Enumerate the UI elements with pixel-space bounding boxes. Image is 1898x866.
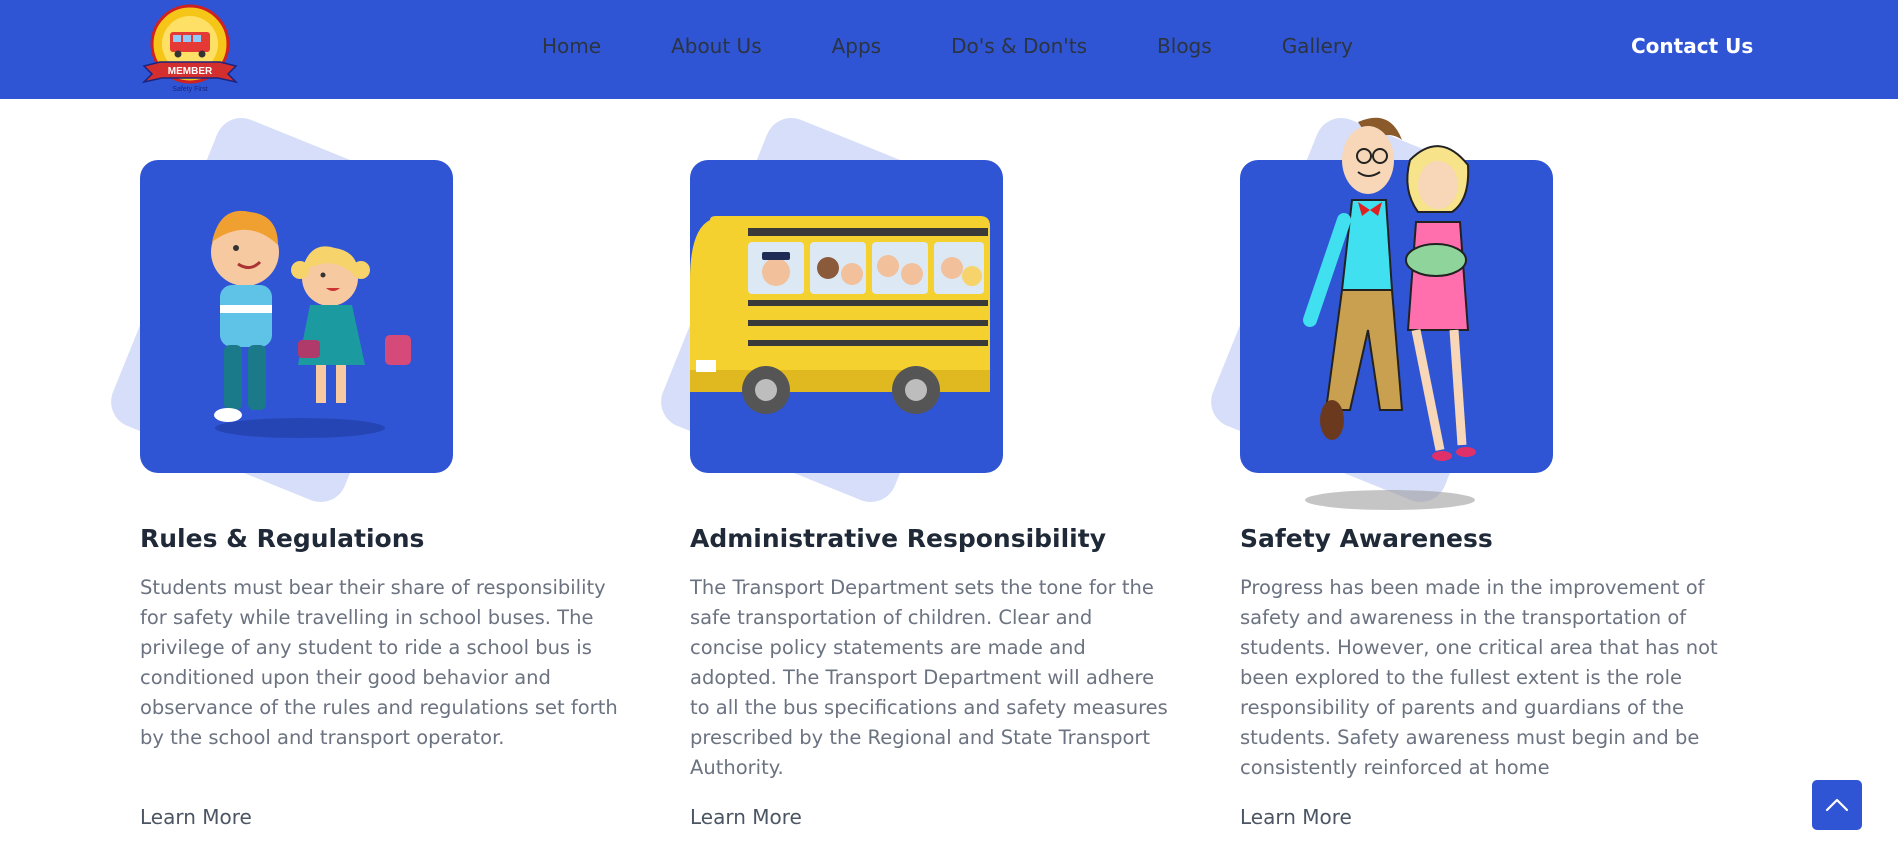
nav-gallery[interactable]: Gallery — [1282, 34, 1353, 58]
learn-more-link[interactable]: Learn More — [1240, 805, 1352, 829]
card-image — [140, 160, 453, 473]
card-description: The Transport Department sets the tone f… — [690, 576, 1168, 779]
card-title: Safety Awareness — [1240, 524, 1493, 553]
contact-us-link[interactable]: Contact Us — [1631, 34, 1753, 58]
main-nav: Home About Us Apps Do's & Don'ts Blogs G… — [542, 34, 1353, 58]
nav-about-us[interactable]: About Us — [671, 34, 762, 58]
logo-badge-text: MEMBER — [168, 66, 213, 77]
scroll-to-top-button[interactable] — [1812, 780, 1862, 830]
nav-apps[interactable]: Apps — [832, 34, 882, 58]
chevron-up-icon — [1825, 798, 1849, 812]
card-description: Progress has been made in the improvemen… — [1240, 576, 1718, 779]
card-safety-awareness: Safety Awareness Progress has been made … — [1196, 110, 1718, 850]
logo-tagline: Safety First — [172, 86, 207, 93]
learn-more-link[interactable]: Learn More — [140, 805, 252, 829]
learn-more-link[interactable]: Learn More — [690, 805, 802, 829]
card-image — [1240, 117, 1553, 510]
school-bus-logo-icon: MEMBER Safety First — [141, 4, 239, 93]
top-navbar: MEMBER Safety First Home About Us Apps D… — [0, 0, 1898, 99]
card-image — [690, 160, 1003, 473]
card-title: Administrative Responsibility — [690, 524, 1106, 553]
card-description: Students must bear their share of respon… — [140, 576, 618, 749]
school-bus-kids-icon — [690, 216, 990, 414]
logo[interactable]: MEMBER Safety First — [138, 2, 242, 94]
nav-blogs[interactable]: Blogs — [1157, 34, 1212, 58]
card-rules-regulations: Rules & Regulations Students must bear t… — [96, 110, 618, 850]
kids-walking-icon — [211, 210, 411, 438]
couple-walking-icon — [1303, 117, 1476, 510]
nav-dos-donts[interactable]: Do's & Don'ts — [951, 34, 1087, 58]
nav-home[interactable]: Home — [542, 34, 601, 58]
card-administrative-responsibility: Administrative Responsibility The Transp… — [646, 110, 1168, 850]
card-title: Rules & Regulations — [140, 524, 425, 553]
